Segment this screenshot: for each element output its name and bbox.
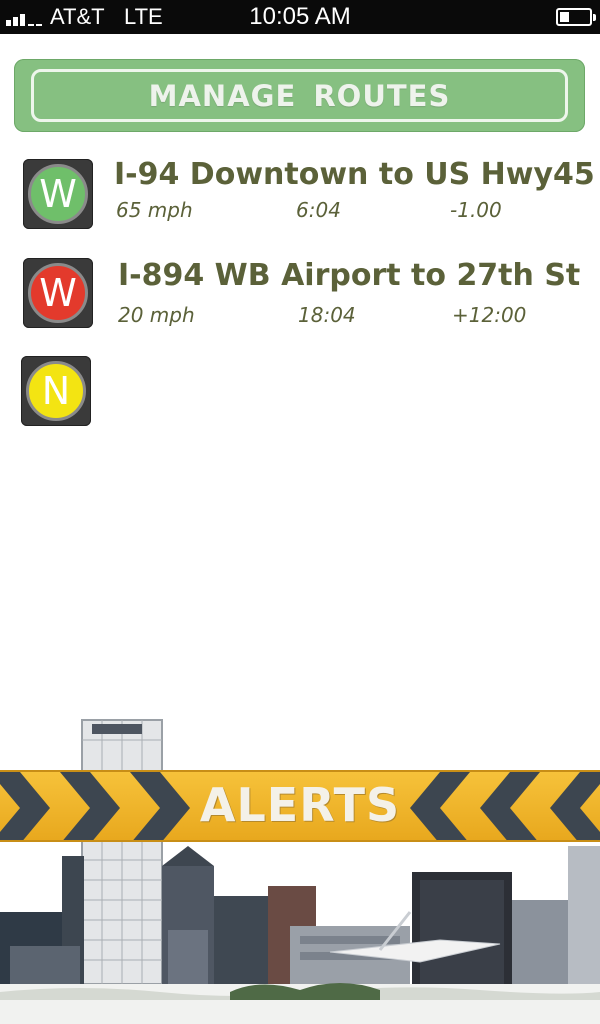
status-bar: AT&T LTE 10:05 AM xyxy=(0,0,600,34)
route-delay: -1.00 xyxy=(450,198,502,222)
manage-routes-label: MANAGE ROUTES xyxy=(148,78,451,113)
route-delay: +12:00 xyxy=(452,303,527,327)
route-speed: 20 mph xyxy=(118,303,195,327)
route-title[interactable]: I-94 Downtown to US Hwy45 xyxy=(114,157,595,192)
route-travel-time: 18:04 xyxy=(298,303,356,327)
route-speed: 65 mph xyxy=(116,198,193,222)
route-status-icon[interactable]: W xyxy=(23,159,93,229)
route-title[interactable]: I-894 WB Airport to 27th St xyxy=(118,258,580,293)
alerts-label: ALERTS xyxy=(199,778,401,832)
route-status-icon[interactable]: N xyxy=(21,356,91,426)
manage-routes-button-frame: MANAGE ROUTES xyxy=(31,69,568,122)
city-skyline-illustration xyxy=(0,719,600,1024)
alerts-banner[interactable]: ALERTS xyxy=(0,770,600,842)
battery-icon xyxy=(556,8,596,26)
route-travel-time: 6:04 xyxy=(296,198,341,222)
route-status-icon[interactable]: W xyxy=(23,258,93,328)
direction-icon: W xyxy=(28,263,88,323)
direction-icon: W xyxy=(28,164,88,224)
manage-routes-button[interactable]: MANAGE ROUTES xyxy=(14,59,585,132)
direction-icon: N xyxy=(26,361,86,421)
status-time: 10:05 AM xyxy=(249,3,351,30)
